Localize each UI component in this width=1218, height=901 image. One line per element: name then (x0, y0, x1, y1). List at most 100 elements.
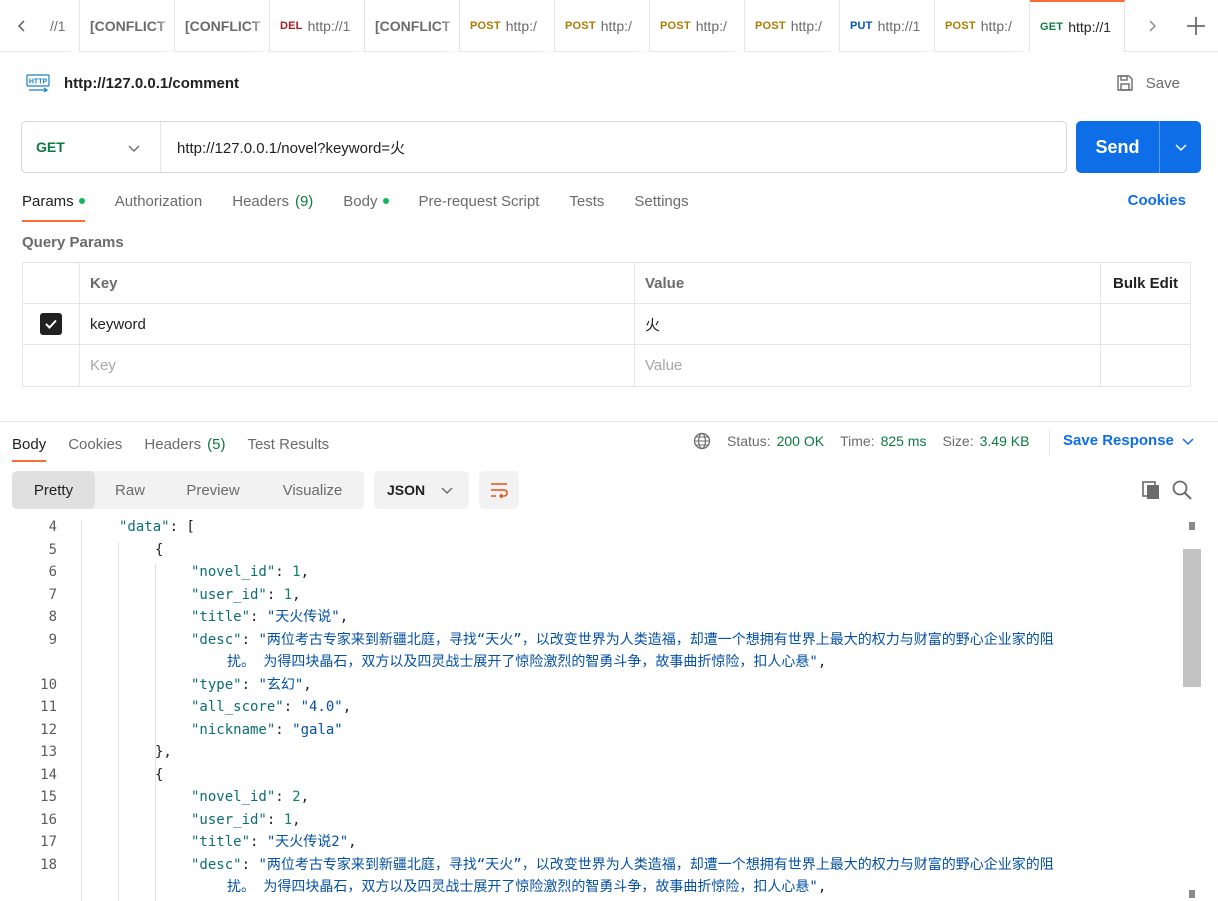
code-line: 扰。 为得四块晶石，双方以及四灵战士展开了惊险激烈的智勇斗争，故事曲折惊险，扣人… (0, 651, 1180, 673)
tab-pre-request-script[interactable]: Pre-request Script (419, 186, 540, 222)
json-punctuation: { (155, 766, 164, 783)
json-key: "title" (191, 834, 251, 850)
code-line: 15 "novel_id": 2, (0, 786, 1180, 808)
status-value[interactable]: 200 OK (777, 433, 824, 449)
tab-method: PUT (850, 20, 873, 32)
param-key[interactable]: keyword (80, 304, 635, 344)
response-divider[interactable] (0, 421, 1218, 422)
request-tab[interactable]: POST http:/ (460, 0, 555, 52)
json-string: "两位考古专家来到新疆北庭，寻找“天火”，以改变世界为人类造福，却遭一个想拥有世… (258, 856, 1054, 873)
scroll-tabs-left-icon[interactable] (0, 0, 44, 52)
bulk-edit-button[interactable]: Bulk Edit (1101, 263, 1190, 303)
new-tab-plus-icon[interactable] (1174, 0, 1218, 52)
code-text: "nickname": "gala" (191, 719, 343, 741)
tab-label: Headers (232, 192, 289, 210)
globe-icon[interactable] (693, 432, 711, 450)
new-description-input[interactable] (1101, 345, 1190, 386)
json-punctuation: : (250, 609, 267, 625)
send-options-dropdown[interactable] (1160, 141, 1201, 153)
line-number: 16 (40, 811, 57, 828)
code-text: "user_id": 1, (191, 809, 301, 831)
request-tab[interactable]: POST http:/ (555, 0, 650, 52)
response-tab-body[interactable]: Body (12, 430, 47, 462)
json-key: "title" (191, 609, 251, 625)
tab-fade (821, 0, 839, 52)
scroll-tabs-right-icon[interactable] (1130, 0, 1174, 52)
header-checkbox-cell (23, 263, 80, 303)
format-visualize[interactable]: Visualize (261, 471, 364, 509)
tab-fade (156, 0, 174, 52)
request-tab[interactable]: [CONFLICT (365, 0, 460, 52)
format-pretty[interactable]: Pretty (12, 471, 95, 509)
request-title[interactable]: http://127.0.0.1/comment (64, 75, 239, 92)
json-punctuation: , (303, 676, 312, 693)
json-punctuation: , (300, 564, 310, 580)
tab-label: Authorization (114, 192, 203, 210)
tab-fade (631, 0, 649, 52)
tab-settings[interactable]: Settings (634, 186, 688, 222)
request-tab[interactable]: DEL http://1 (270, 0, 365, 52)
size-value[interactable]: 3.49 KB (980, 433, 1030, 449)
save-label: Save (1145, 74, 1180, 92)
json-punctuation: : (241, 676, 259, 693)
copy-icon[interactable] (1140, 479, 1162, 501)
send-label: Send (1095, 136, 1140, 157)
header-key: Key (80, 263, 635, 303)
code-line: 4 "data": [ (0, 520, 1180, 538)
tab-authorization[interactable]: Authorization (115, 186, 203, 222)
request-tab[interactable]: //1 (44, 0, 80, 52)
save-response-button[interactable]: Save Response (1063, 432, 1194, 449)
json-punctuation: : (283, 699, 301, 715)
scrollbar-thumb[interactable] (1183, 549, 1201, 687)
language-select[interactable]: JSON (374, 471, 469, 509)
tab-method: POST (945, 20, 976, 32)
search-icon[interactable] (1171, 479, 1193, 501)
json-punctuation: , (817, 654, 827, 670)
response-tab-test-results[interactable]: Test Results (247, 430, 329, 462)
code-line: 11 "all_score": "4.0", (0, 696, 1180, 718)
param-value[interactable]: 火 (635, 304, 1101, 344)
cookies-link[interactable]: Cookies (1128, 192, 1186, 209)
tab-fade (251, 0, 269, 52)
json-string: 扰。 为得四块晶石，双方以及四灵战士展开了惊险激烈的智勇斗争，故事曲折惊险，扣人… (227, 654, 818, 670)
tab-active-request[interactable]: GET http://1 (1030, 0, 1125, 52)
scroll-up-arrow-icon[interactable] (1189, 522, 1195, 530)
request-tab[interactable]: [CONFLICT (175, 0, 270, 52)
format-preview[interactable]: Preview (165, 471, 261, 509)
table-header-row: Key Value Bulk Edit (23, 263, 1190, 304)
scroll-down-arrow-icon[interactable] (1189, 890, 1195, 898)
save-button[interactable]: Save (1116, 70, 1180, 96)
tab-label: Settings (634, 192, 689, 210)
new-value-input[interactable]: Value (635, 345, 1101, 386)
response-body-viewer[interactable]: 4 "data": [5{6 "novel_id": 1, 7 "user_id": 1… (0, 520, 1218, 901)
request-tab[interactable]: POST http:/ (935, 0, 1030, 52)
new-key-input[interactable]: Key (80, 345, 635, 386)
wrap-lines-button[interactable] (479, 471, 519, 509)
http-request-icon: HTTP (26, 74, 50, 93)
tab-body[interactable]: Body (343, 186, 389, 222)
param-checkbox[interactable] (40, 313, 62, 335)
method-select[interactable]: GET (22, 122, 161, 172)
tab-tests[interactable]: Tests (569, 186, 604, 222)
request-tab[interactable]: PUT http://1 (840, 0, 935, 52)
json-punctuation: : (275, 564, 293, 580)
table-row: keyword 火 (23, 304, 1190, 345)
request-tab[interactable]: POST http:/ (745, 0, 840, 52)
response-tab-cookies[interactable]: Cookies (68, 430, 122, 462)
tab-method: POST (660, 20, 691, 32)
tab-headers[interactable]: Headers (9) (232, 186, 313, 222)
url-input[interactable]: http://127.0.0.1/novel?keyword=火 (161, 122, 1066, 172)
format-raw[interactable]: Raw (95, 471, 165, 509)
param-description[interactable] (1101, 304, 1190, 344)
json-punctuation: : (241, 856, 259, 873)
response-tab-headers[interactable]: Headers (5) (144, 430, 225, 462)
send-button[interactable]: Send (1076, 121, 1201, 173)
time-value[interactable]: 825 ms (881, 433, 927, 449)
json-punctuation: , (339, 609, 349, 625)
json-punctuation: , (817, 879, 827, 895)
request-tab[interactable]: [CONFLICT (80, 0, 175, 52)
tab-count: (5) (207, 435, 226, 453)
tab-label: http:/ (790, 18, 822, 34)
request-tab[interactable]: POST http:/ (650, 0, 745, 52)
tab-params[interactable]: Params (22, 186, 85, 222)
